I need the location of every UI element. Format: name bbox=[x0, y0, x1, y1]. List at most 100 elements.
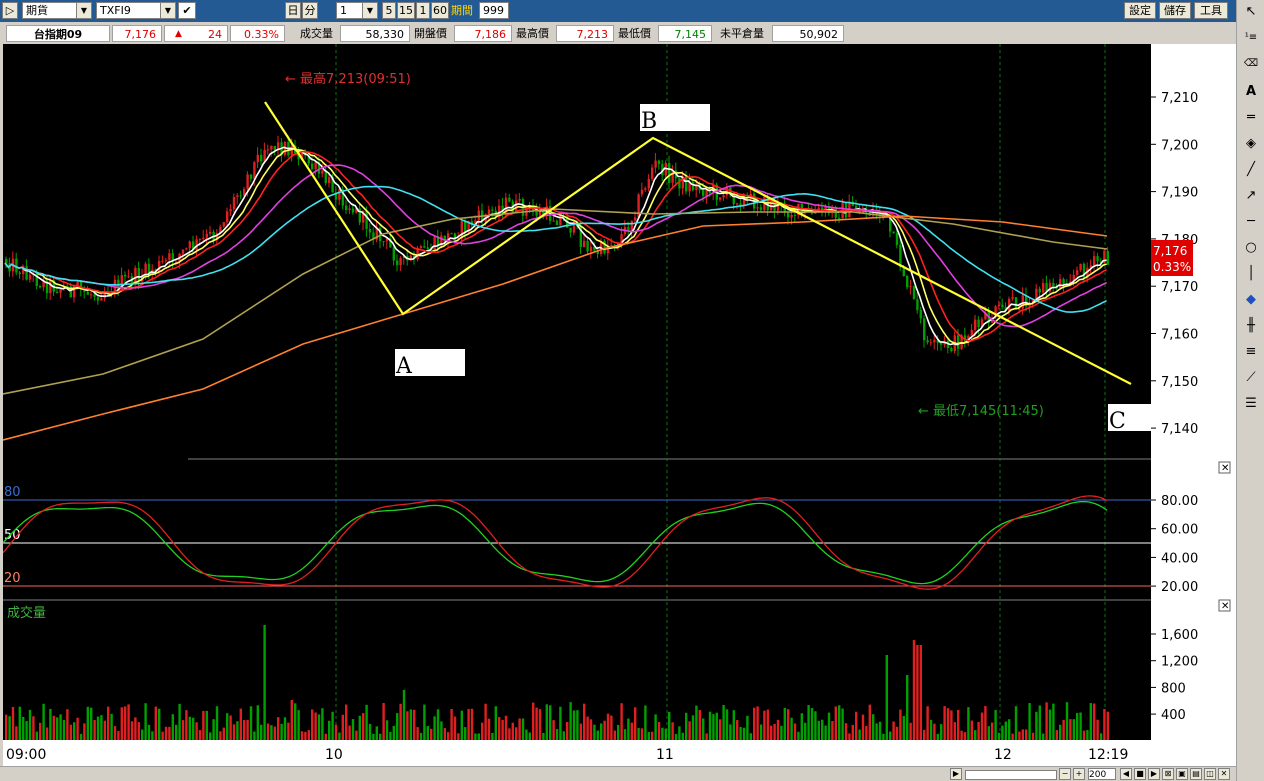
volume-bar bbox=[491, 732, 494, 740]
candle-body bbox=[487, 209, 491, 215]
candle-body bbox=[5, 259, 8, 264]
zoom-out-button[interactable]: − bbox=[1059, 768, 1071, 780]
volume-bar bbox=[984, 706, 987, 740]
volume-bar bbox=[246, 719, 249, 740]
candle-body bbox=[552, 220, 555, 222]
volume-bar bbox=[467, 708, 470, 740]
nav-left-button[interactable]: ◀ bbox=[1120, 768, 1132, 780]
volume-bar bbox=[753, 707, 756, 740]
label-b: B bbox=[641, 109, 657, 134]
zoom-in-button[interactable]: + bbox=[1073, 768, 1085, 780]
grid-tool[interactable]: ╫ bbox=[1243, 318, 1259, 334]
paint-icon: ◈ bbox=[1246, 136, 1256, 151]
tools-button[interactable]: 工具 bbox=[1194, 2, 1228, 19]
candle-body bbox=[1079, 263, 1082, 271]
volume-tick-label: 1,600 bbox=[1161, 628, 1198, 643]
print-button[interactable]: ▣ bbox=[1176, 768, 1188, 780]
fan-tool[interactable]: ⟋ bbox=[1243, 370, 1259, 386]
scroll-bar[interactable]: ▶ − + 200 ◀ ■ ▶ ⊠ ▣ ▤ ◫ ✕ bbox=[0, 766, 1236, 781]
volume-bar bbox=[525, 729, 528, 740]
candle-body bbox=[518, 198, 521, 201]
text-tool[interactable]: A bbox=[1243, 84, 1259, 100]
volume-bar bbox=[800, 713, 803, 740]
volume-tick-label: 400 bbox=[1161, 708, 1186, 723]
minute-button[interactable]: 分 bbox=[302, 2, 318, 19]
nav-stop-button[interactable]: ■ bbox=[1134, 768, 1146, 780]
moving-average-line bbox=[4, 148, 1107, 345]
drawing-tool-palette: ↖ ¹≡ ⌫ A ═ ◈ ╱ ↗ ─ ○ │ ◆ ╫ ≡ ⟋ ☰ bbox=[1236, 0, 1264, 781]
candle-body bbox=[426, 247, 429, 249]
candle-body bbox=[450, 233, 453, 235]
interval-60-button[interactable]: 60 bbox=[431, 2, 449, 19]
chart-title-block bbox=[30, 50, 503, 65]
circle-tool[interactable]: ○ bbox=[1243, 240, 1259, 256]
candle-body bbox=[555, 220, 559, 226]
play-button[interactable]: ▷ bbox=[2, 2, 18, 19]
hline-tool[interactable]: ═ bbox=[1243, 110, 1259, 126]
volume-bar bbox=[362, 713, 365, 740]
volume-bar bbox=[651, 731, 654, 740]
checkbox[interactable]: ✔ bbox=[178, 2, 196, 19]
volume-bar bbox=[90, 707, 93, 740]
candle-body bbox=[929, 342, 933, 344]
interval-5-button[interactable]: 5 bbox=[382, 2, 396, 19]
settings-button[interactable]: 設定 bbox=[1124, 2, 1156, 19]
volume-bar bbox=[266, 723, 270, 740]
low-annotation: ← 最低7,145(11:45) bbox=[918, 404, 1044, 419]
day-button[interactable]: 日 bbox=[285, 2, 301, 19]
chart-area[interactable]: 80 50 20 ← 最高7,213(09:51) ← 最低7,145(11:4… bbox=[3, 44, 1151, 753]
interval-1-button[interactable]: 1 bbox=[416, 2, 430, 19]
candle-body bbox=[1052, 282, 1055, 287]
arrow-tool[interactable]: ↗ bbox=[1243, 188, 1259, 204]
market-select[interactable]: 期貨 ▼ bbox=[22, 2, 92, 19]
export-button[interactable]: ⊠ bbox=[1162, 768, 1174, 780]
vertical-line-tool[interactable]: │ bbox=[1243, 266, 1259, 282]
zoom-slider[interactable] bbox=[965, 770, 1057, 780]
volume-bar bbox=[144, 703, 147, 740]
volume-bar bbox=[212, 719, 215, 740]
quote-change: ▲ 24 bbox=[164, 25, 228, 42]
time-label: 10 bbox=[325, 747, 343, 763]
interval-15-button[interactable]: 15 bbox=[397, 2, 415, 19]
horizontal-line-tool[interactable]: ─ bbox=[1243, 214, 1259, 230]
window-button[interactable]: ▤ bbox=[1190, 768, 1202, 780]
volume-bar bbox=[1018, 731, 1021, 740]
volume-bar bbox=[1096, 719, 1099, 740]
line-tool[interactable]: ╱ bbox=[1243, 162, 1259, 178]
dialog-button[interactable]: ◫ bbox=[1204, 768, 1216, 780]
eraser-tool[interactable]: ⌫ bbox=[1243, 56, 1259, 72]
volume-bar bbox=[515, 727, 518, 740]
volume-bar bbox=[22, 716, 25, 740]
volume-bar bbox=[243, 720, 246, 740]
zoom-input[interactable]: 200 bbox=[1088, 768, 1116, 780]
parallel-tool[interactable]: ≡ bbox=[1243, 344, 1259, 360]
interval-select[interactable]: 1 ▼ bbox=[336, 2, 378, 19]
volume-bar bbox=[759, 724, 763, 740]
close-chart-button[interactable]: ✕ bbox=[1218, 768, 1230, 780]
volume-bar bbox=[1035, 711, 1038, 740]
save-button[interactable]: 儲存 bbox=[1159, 2, 1191, 19]
candle-body bbox=[93, 294, 96, 297]
period-input[interactable]: 999 bbox=[479, 2, 509, 19]
candle-body bbox=[209, 231, 212, 234]
fibonacci-tool[interactable]: ☰ bbox=[1243, 396, 1259, 412]
marker-tool[interactable]: ◆ bbox=[1243, 292, 1259, 308]
quote-bar: 台指期09 7,176 ▲ 24 0.33% 成交量 58,330 開盤價 7,1… bbox=[0, 22, 1236, 44]
volume-bar bbox=[664, 728, 667, 740]
symbol-select[interactable]: TXFI9 ▼ bbox=[96, 2, 176, 19]
volume-bar bbox=[192, 717, 195, 740]
volume-bar bbox=[69, 724, 72, 740]
volume-bar bbox=[865, 726, 868, 740]
volume-bar bbox=[793, 723, 797, 740]
scroll-right-button[interactable]: ▶ bbox=[950, 768, 962, 780]
candle-body bbox=[113, 279, 117, 293]
nav-right-button[interactable]: ▶ bbox=[1148, 768, 1160, 780]
top-toolbar: ▷ 期貨 ▼ TXFI9 ▼ ✔ 日 分 1 ▼ 5 15 1 60 期間 999 設… bbox=[0, 0, 1236, 22]
volume-bar bbox=[844, 723, 848, 740]
pointer-tool[interactable]: ↖ bbox=[1243, 4, 1259, 20]
volume-bar bbox=[345, 704, 348, 740]
volume-bar bbox=[287, 722, 290, 740]
numbering-tool[interactable]: ¹≡ bbox=[1243, 30, 1259, 46]
fill-tool[interactable]: ◈ bbox=[1243, 136, 1259, 152]
export-icon: ⊠ bbox=[1164, 769, 1172, 778]
